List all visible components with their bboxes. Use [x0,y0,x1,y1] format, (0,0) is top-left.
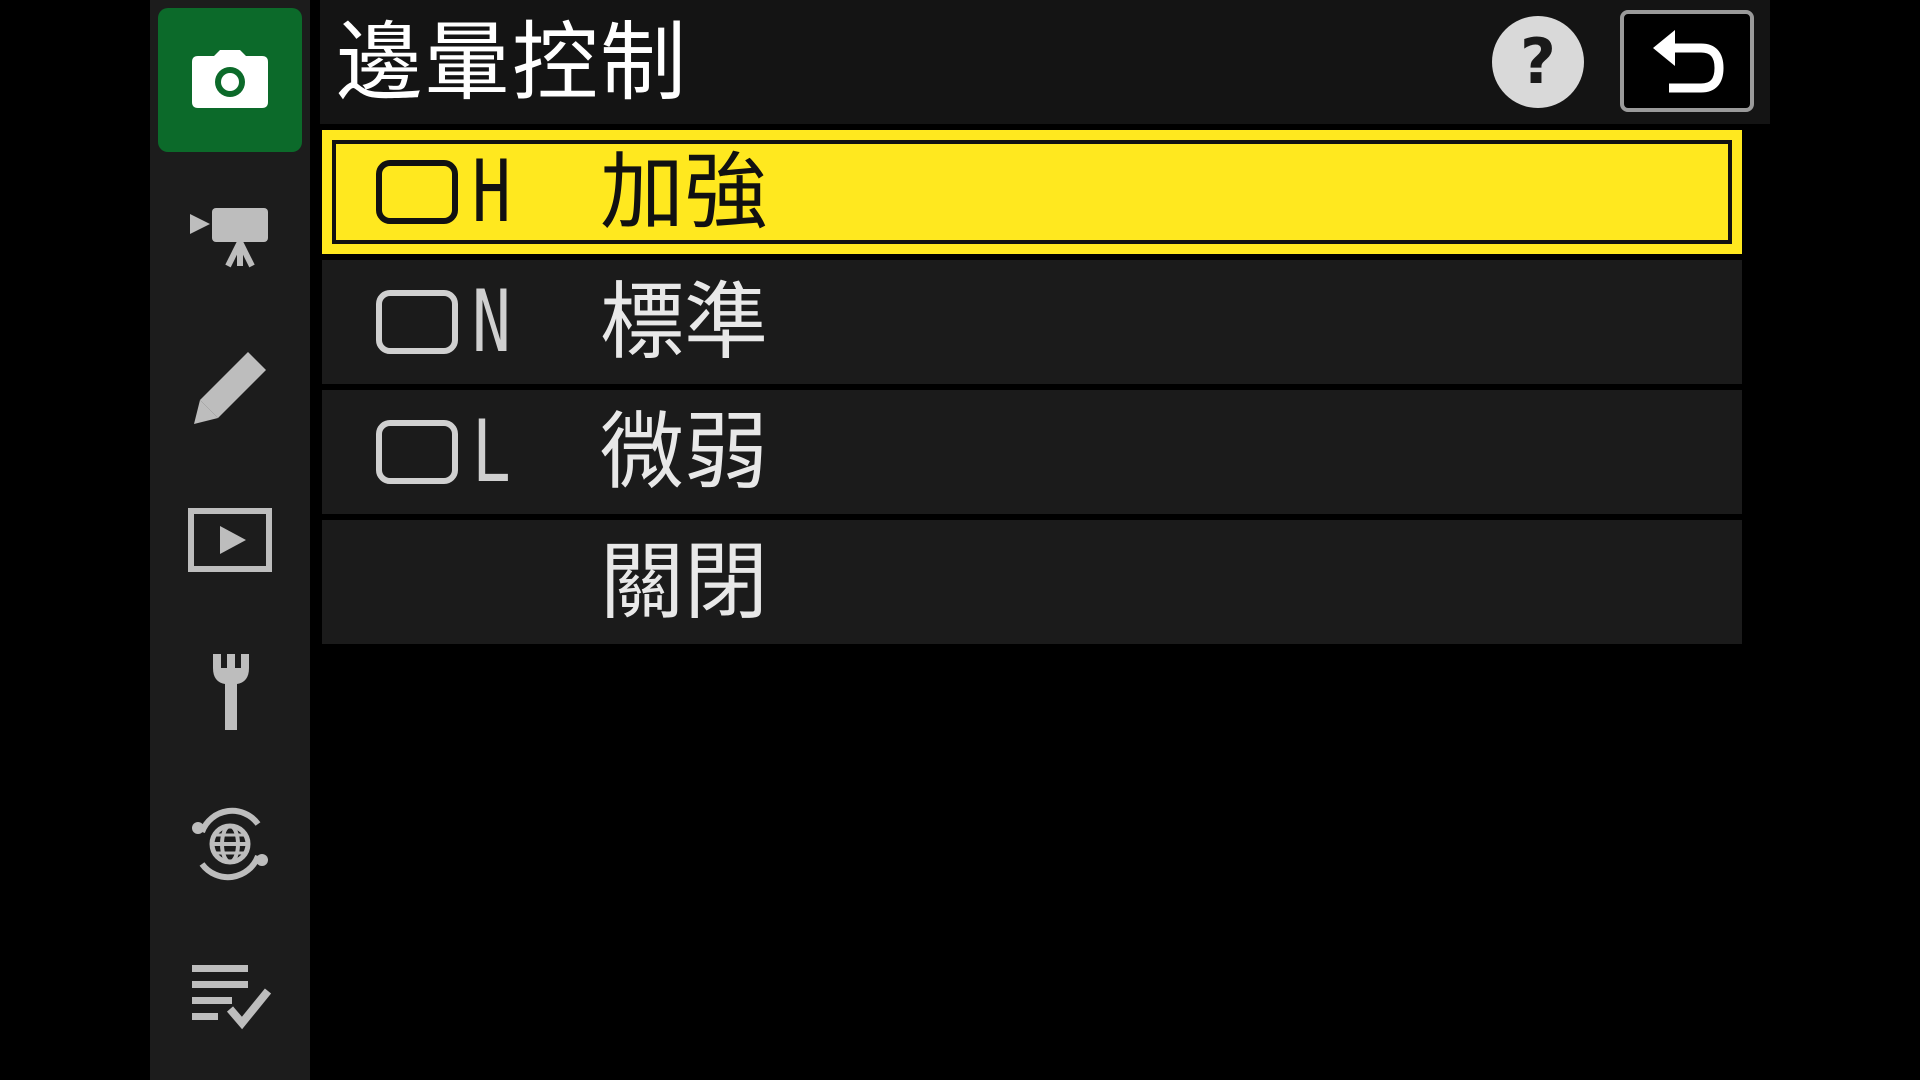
pencil-icon [194,352,266,424]
wrench-icon [213,654,249,730]
option-normal[interactable]: N 標準 [322,260,1742,384]
option-low[interactable]: L 微弱 [322,390,1742,514]
option-high[interactable]: H 加強 [322,130,1742,254]
option-list: H 加強 N 標準 L 微弱 關閉 [322,130,1742,650]
option-code: L [472,402,511,502]
tab-setup[interactable] [158,620,302,764]
menu-header: 邊暈控制 ? [320,0,1770,124]
tab-photo-shooting[interactable] [158,8,302,152]
option-code: N [472,272,511,372]
tab-my-menu[interactable] [158,924,302,1068]
option-label: 關閉 [600,533,769,631]
help-button[interactable]: ? [1492,16,1584,108]
option-label: 微弱 [600,403,769,501]
tab-movie-recording[interactable] [158,164,302,308]
option-off[interactable]: 關閉 [322,520,1742,644]
playback-icon [188,508,272,572]
movie-camera-icon [190,208,268,268]
back-button[interactable] [1620,10,1754,112]
tab-custom-settings[interactable] [158,316,302,460]
option-label: 標準 [600,273,769,371]
page-title: 邊暈控制 [336,13,688,113]
tab-network[interactable] [158,772,302,916]
option-code: H [472,142,511,242]
option-label: 加強 [600,143,769,241]
frame-icon [376,160,458,224]
tab-playback[interactable] [158,468,302,612]
return-arrow-icon [1653,30,1724,93]
camera-icon [192,50,268,108]
menu-screen: 邊暈控制 ? H 加強 N 標準 L 微弱 關閉 [0,0,1920,1080]
my-menu-checklist-icon [192,965,272,1030]
menu-sidebar [150,0,310,1080]
frame-icon [376,420,458,484]
frame-icon [376,290,458,354]
help-icon: ? [1520,25,1556,98]
network-globe-icon [192,807,268,881]
